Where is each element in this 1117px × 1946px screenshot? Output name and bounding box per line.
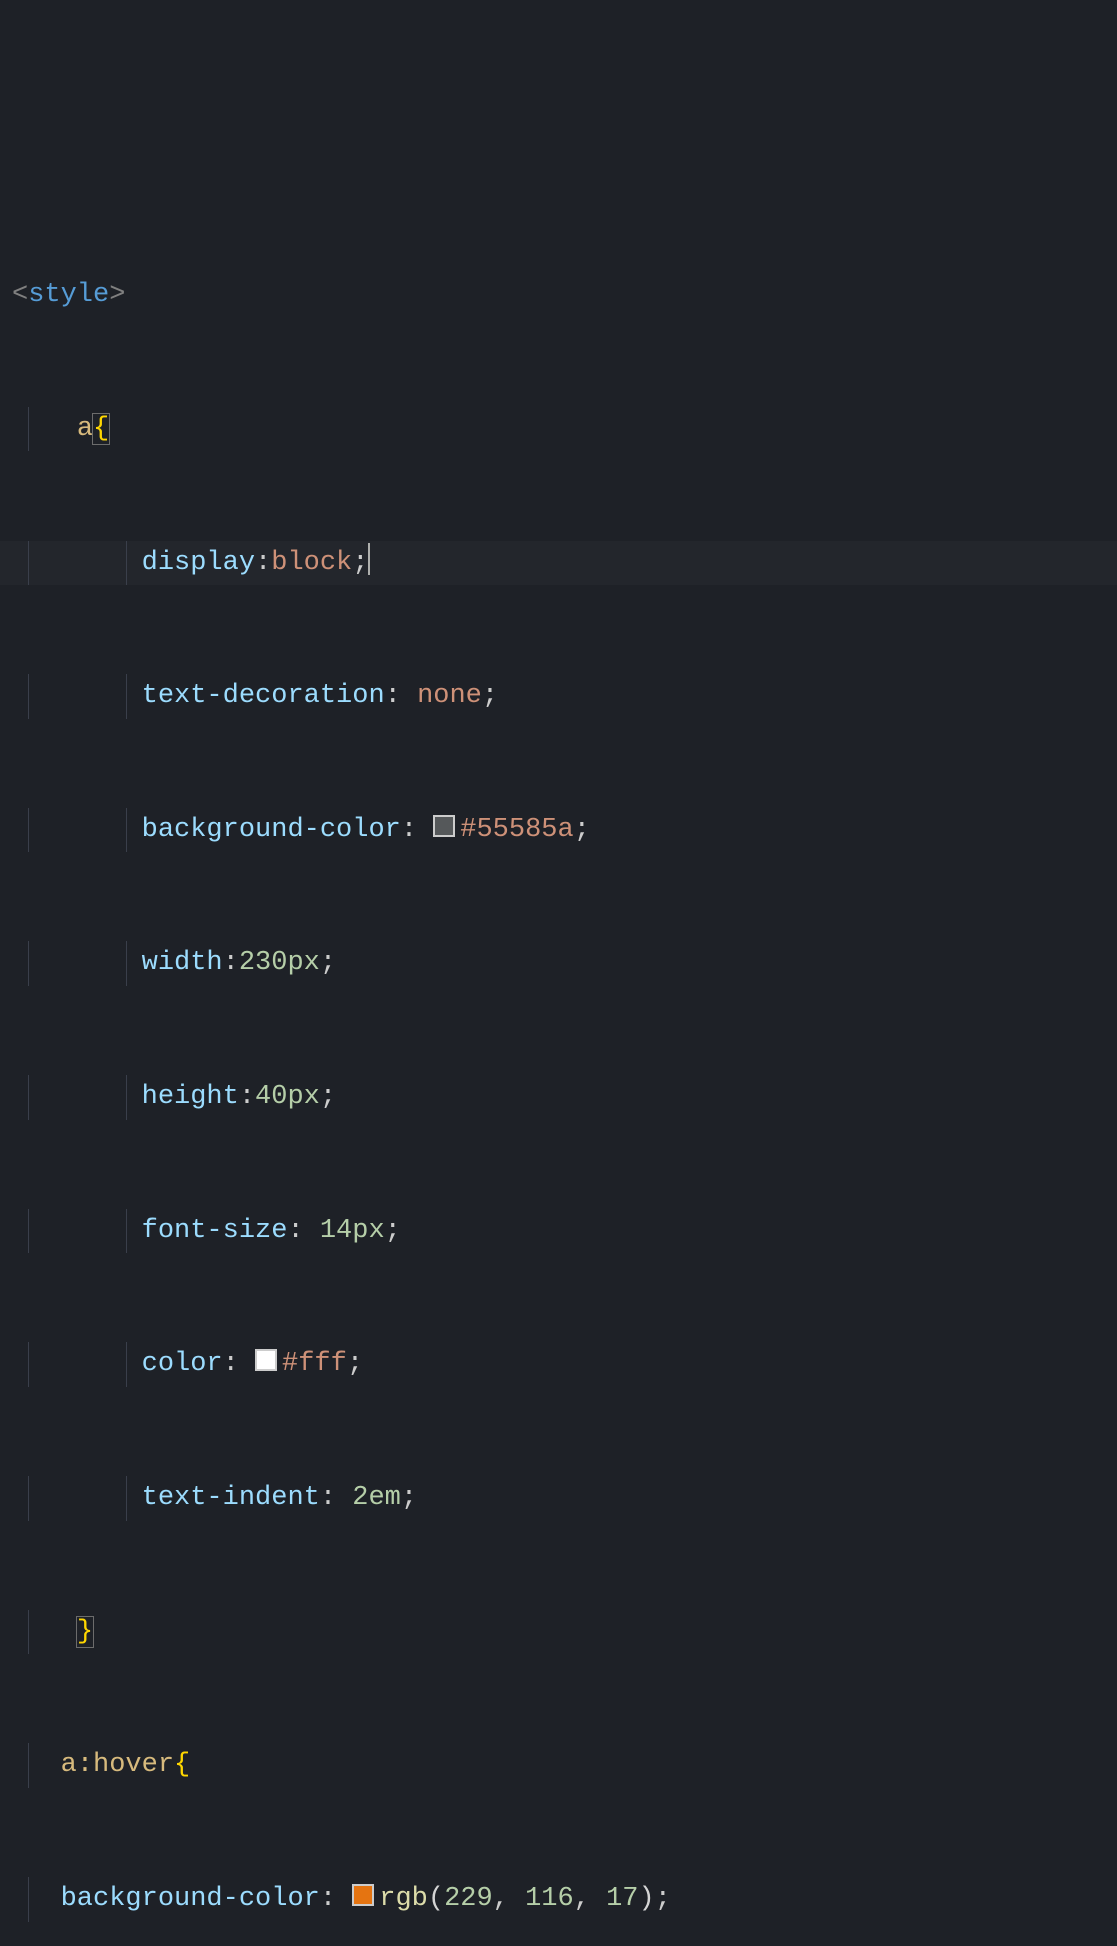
colon: : (320, 1884, 336, 1914)
tag-name: style (28, 280, 109, 310)
semicolon: ; (320, 1082, 336, 1112)
semicolon: ; (482, 681, 498, 711)
code-line[interactable]: background-color: #55585a; (0, 808, 1117, 853)
angle-bracket: > (109, 280, 125, 310)
css-selector: a (61, 1750, 77, 1780)
colon: : (255, 548, 271, 578)
code-line[interactable]: height:40px; (0, 1075, 1117, 1120)
colon: : (223, 948, 239, 978)
code-line[interactable]: color: #fff; (0, 1342, 1117, 1387)
indent-guide (28, 407, 29, 452)
code-line[interactable]: font-size: 14px; (0, 1209, 1117, 1254)
css-color-hex: #fff (282, 1349, 347, 1379)
css-property: background-color (61, 1884, 320, 1914)
colon: : (320, 1483, 336, 1513)
css-property: height (142, 1082, 239, 1112)
color-swatch-icon[interactable] (352, 1884, 374, 1906)
comma: , (574, 1884, 590, 1914)
css-property: width (142, 948, 223, 978)
brace-open: { (92, 413, 110, 445)
css-property: color (142, 1349, 223, 1379)
css-number: 17 (606, 1884, 638, 1914)
brace-open: { (174, 1750, 190, 1780)
css-color-hex: #55585a (460, 815, 573, 845)
css-number: 116 (525, 1884, 574, 1914)
code-line[interactable]: } (0, 1610, 1117, 1655)
code-line[interactable]: text-decoration: none; (0, 674, 1117, 719)
code-line-active[interactable]: display:block; (0, 541, 1117, 586)
css-value: none (417, 681, 482, 711)
indent-guide (28, 1743, 29, 1788)
paren-close: ) (639, 1884, 655, 1914)
code-line[interactable]: <style> (0, 273, 1117, 318)
indent-guide (28, 1610, 29, 1655)
indent-guide (126, 941, 127, 986)
semicolon: ; (320, 948, 336, 978)
indent-guide (126, 1476, 127, 1521)
indent-guide (126, 808, 127, 853)
indent-guide (126, 541, 127, 586)
colon: : (385, 681, 401, 711)
colon: : (401, 815, 417, 845)
semicolon: ; (574, 815, 590, 845)
indent-guide (28, 1877, 29, 1922)
css-property: display (142, 548, 255, 578)
semicolon: ; (401, 1483, 417, 1513)
css-number: 14 (320, 1216, 352, 1246)
css-number: 2 (352, 1483, 368, 1513)
css-unit: px (287, 1082, 319, 1112)
css-property: background-color (142, 815, 401, 845)
semicolon: ; (385, 1216, 401, 1246)
css-value: block (271, 548, 352, 578)
indent-guide (28, 674, 29, 719)
indent-guide (126, 1075, 127, 1120)
color-swatch-icon[interactable] (433, 815, 455, 837)
indent-guide (126, 674, 127, 719)
css-function: rgb (379, 1884, 428, 1914)
css-unit: px (352, 1216, 384, 1246)
indent-guide (28, 1075, 29, 1120)
brace-close: } (76, 1616, 94, 1648)
code-line[interactable]: a:hover{ (0, 1743, 1117, 1788)
colon: : (287, 1216, 303, 1246)
indent-guide (126, 1342, 127, 1387)
indent-guide (28, 941, 29, 986)
code-line[interactable]: background-color: rgb(229, 116, 17); (0, 1877, 1117, 1922)
css-property: text-decoration (142, 681, 385, 711)
css-unit: em (368, 1483, 400, 1513)
code-editor[interactable]: <style> a{ display:block; text-decoratio… (0, 184, 1117, 1946)
code-line[interactable]: width:230px; (0, 941, 1117, 986)
paren-open: ( (428, 1884, 444, 1914)
colon: : (223, 1349, 239, 1379)
semicolon: ; (655, 1884, 671, 1914)
comma: , (493, 1884, 509, 1914)
css-property: font-size (142, 1216, 288, 1246)
semicolon: ; (352, 548, 368, 578)
css-number: 230 (239, 948, 288, 978)
indent-guide (28, 1209, 29, 1254)
css-number: 40 (255, 1082, 287, 1112)
code-line[interactable]: text-indent: 2em; (0, 1476, 1117, 1521)
color-swatch-icon[interactable] (255, 1349, 277, 1371)
angle-bracket: < (12, 280, 28, 310)
indent-guide (28, 541, 29, 586)
indent-guide (28, 1476, 29, 1521)
semicolon: ; (347, 1349, 363, 1379)
code-line[interactable]: a{ (0, 407, 1117, 452)
indent-guide (28, 1342, 29, 1387)
css-number: 229 (444, 1884, 493, 1914)
indent-guide (126, 1209, 127, 1254)
css-pseudo: :hover (77, 1750, 174, 1780)
css-selector: a (77, 414, 93, 444)
css-property: text-indent (142, 1483, 320, 1513)
css-unit: px (287, 948, 319, 978)
colon: : (239, 1082, 255, 1112)
indent-guide (28, 808, 29, 853)
